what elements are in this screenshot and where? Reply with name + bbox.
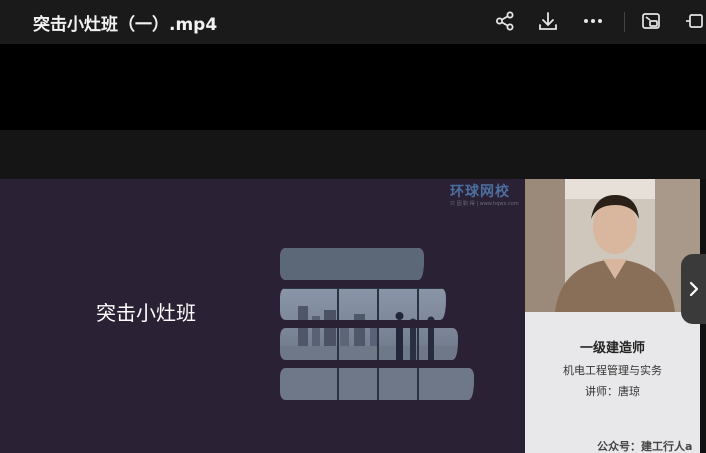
title-bar: 突击小灶班（一）.mp4 bbox=[0, 0, 706, 44]
presenter-course: 机电工程管理与实务 bbox=[563, 364, 662, 377]
share-icon[interactable] bbox=[490, 6, 520, 36]
video-letterbox-band bbox=[0, 130, 706, 179]
float-window-icon[interactable] bbox=[680, 6, 706, 36]
next-button[interactable] bbox=[681, 254, 706, 324]
toolbar-divider bbox=[624, 12, 625, 32]
more-icon[interactable] bbox=[578, 6, 608, 36]
chevron-right-icon bbox=[689, 281, 698, 297]
download-icon[interactable] bbox=[533, 6, 563, 36]
video-letterbox-top bbox=[0, 44, 706, 130]
watermark-main: 环球网校 bbox=[450, 184, 510, 200]
public-account-label: 公众号：建工行人a bbox=[597, 440, 693, 453]
video-title: 突击小灶班（一）.mp4 bbox=[33, 15, 218, 35]
presenter-panel: 一级建造师 机电工程管理与实务 讲师：唐琼 公众号：建工行人a bbox=[525, 179, 700, 453]
slide-title: 突击小灶班 bbox=[96, 301, 196, 325]
watermark-sub: 只 因 职 得 | www.hqwx.com bbox=[450, 201, 519, 207]
watermark-logo: 环球网校 只 因 职 得 | www.hqwx.com bbox=[450, 181, 519, 207]
slide-cityscape-graphic bbox=[280, 248, 474, 400]
lecture-slide: 环球网校 只 因 职 得 | www.hqwx.com 突击小灶班 bbox=[0, 179, 525, 453]
presenter-teacher: 讲师：唐琼 bbox=[585, 385, 640, 398]
presenter-camera-feed bbox=[525, 179, 700, 312]
picture-in-picture-icon[interactable] bbox=[636, 6, 666, 36]
presenter-certificate: 一级建造师 bbox=[579, 341, 645, 356]
